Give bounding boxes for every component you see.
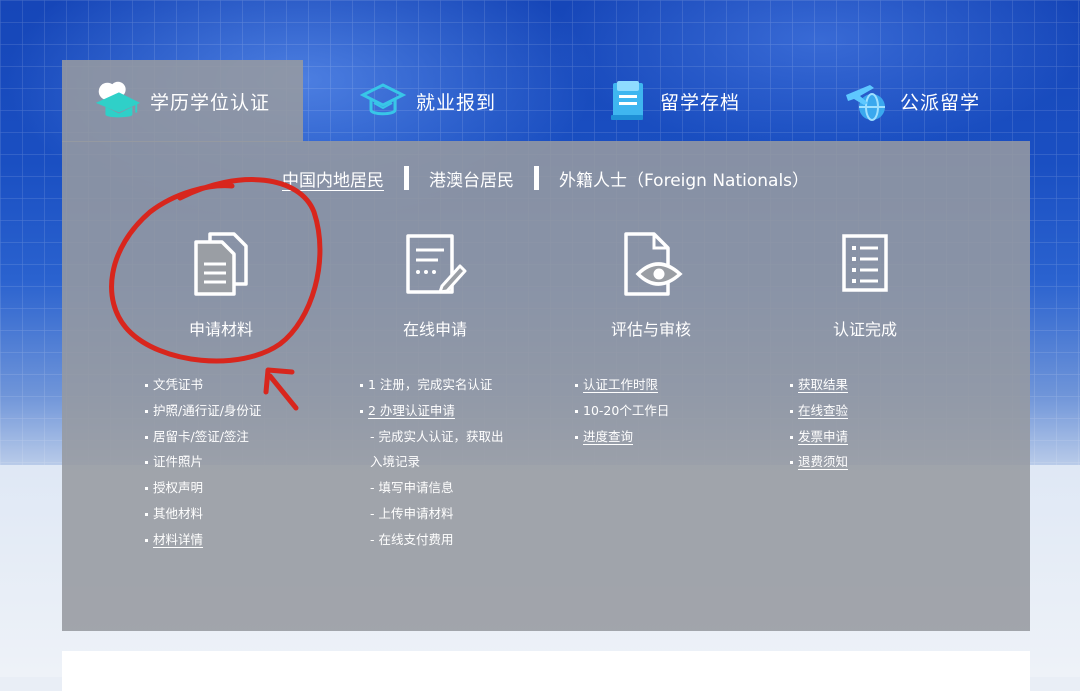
- list-subitem: 入境记录: [370, 454, 421, 470]
- completion-list: 获取结果 在线查验 发票申请 退费须知: [790, 372, 848, 475]
- invoice-request-link[interactable]: 发票申请: [790, 424, 848, 450]
- step-certification-complete[interactable]: 认证完成: [790, 228, 940, 340]
- list-item: 文凭证书: [145, 372, 261, 398]
- graduation-cap-icon: [92, 79, 142, 123]
- subtab-foreign-nationals[interactable]: 外籍人士（Foreign Nationals）: [559, 166, 809, 191]
- tab-label: 留学存档: [660, 91, 741, 114]
- subtab-divider: [404, 166, 409, 190]
- step-label: 在线申请: [402, 320, 467, 339]
- materials-list: 文凭证书 护照/通行证/身份证 居留卡/签证/签注 证件照片 授权声明 其他材料…: [145, 372, 261, 553]
- airplane-globe-icon: [842, 79, 892, 123]
- materials-details-link[interactable]: 材料详情: [145, 527, 261, 553]
- step-label: 评估与审核: [610, 320, 691, 339]
- online-application-list: 1 注册，完成实名认证 2 办理认证申请 - 完成实人认证，获取出 入境记录 -…: [360, 372, 503, 553]
- step-evaluation-review[interactable]: 评估与审核: [576, 228, 726, 340]
- list-item: 1 注册，完成实名认证: [360, 372, 503, 398]
- tab-employment-report[interactable]: 就业报到: [358, 60, 496, 142]
- tab-label: 学历学位认证: [150, 91, 271, 114]
- documents-icon: [146, 228, 296, 300]
- tab-public-study-abroad[interactable]: 公派留学: [842, 60, 980, 142]
- list-item: 授权声明: [145, 475, 261, 501]
- tab-label: 就业报到: [416, 91, 497, 114]
- list-item: 10-20个工作日: [575, 398, 669, 424]
- step-online-application[interactable]: 在线申请: [360, 228, 510, 340]
- apply-certification-link[interactable]: 2 办理认证申请: [360, 398, 503, 424]
- service-tabs: 学历学位认证 就业报到 留学存档 公派留学: [62, 60, 1030, 142]
- checklist-icon: [790, 228, 940, 300]
- list-subitem: - 上传申请材料: [370, 505, 454, 521]
- tab-degree-verification[interactable]: 学历学位认证: [92, 60, 270, 142]
- residency-tabs: 中国内地居民 港澳台居民 外籍人士（Foreign Nationals）: [282, 164, 809, 192]
- progress-query-link[interactable]: 进度查询: [575, 424, 669, 450]
- step-application-materials[interactable]: 申请材料: [146, 228, 296, 340]
- list-item: 护照/通行证/身份证: [145, 398, 261, 424]
- list-subitem: - 完成实人认证，获取出: [370, 428, 504, 444]
- archive-folder-icon: [602, 79, 652, 123]
- refund-notice-link[interactable]: 退费须知: [790, 449, 848, 475]
- step-label: 申请材料: [188, 320, 253, 339]
- subtab-hk-macao-taiwan[interactable]: 港澳台居民: [429, 166, 514, 191]
- subtab-mainland-residents[interactable]: 中国内地居民: [282, 166, 384, 191]
- list-item: 居留卡/签证/签注: [145, 424, 261, 450]
- document-eye-icon: [576, 228, 726, 300]
- online-verification-link[interactable]: 在线查验: [790, 398, 848, 424]
- list-item: 其他材料: [145, 501, 261, 527]
- list-subitem: - 填写申请信息: [370, 480, 454, 496]
- get-result-link[interactable]: 获取结果: [790, 372, 848, 398]
- processing-time-link[interactable]: 认证工作时限: [575, 372, 669, 398]
- tab-label: 公派留学: [900, 91, 981, 114]
- tab-study-archive[interactable]: 留学存档: [602, 60, 740, 142]
- subtab-divider: [534, 166, 539, 190]
- list-subitem: - 在线支付费用: [370, 531, 454, 547]
- content-card: [62, 651, 1030, 691]
- list-item: 证件照片: [145, 449, 261, 475]
- review-list: 认证工作时限 10-20个工作日 进度查询: [575, 372, 669, 449]
- mortarboard-outline-icon: [358, 79, 408, 123]
- step-label: 认证完成: [832, 320, 897, 339]
- form-pen-icon: [360, 228, 510, 300]
